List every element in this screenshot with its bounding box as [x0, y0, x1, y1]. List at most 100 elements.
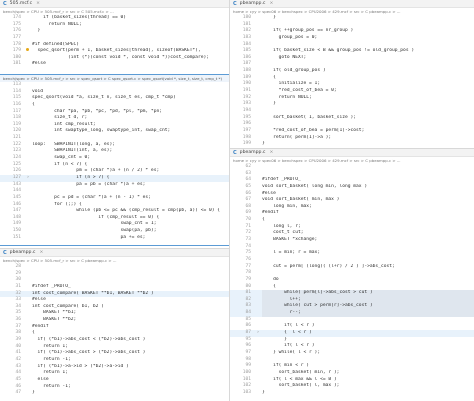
code-line[interactable]: 36 BASKET **b2; [0, 317, 229, 324]
gutter[interactable] [254, 35, 262, 42]
code-line[interactable]: 72 cost_t cut; [230, 230, 474, 237]
gutter[interactable] [24, 284, 32, 291]
gutter[interactable] [254, 55, 262, 62]
code-line[interactable]: 37 #endif [0, 324, 229, 331]
code-line[interactable]: 41 if( (*b1)->abs_cost > (*b2)->abs_cost… [0, 350, 229, 357]
code-text[interactable]: if( min < r ) [262, 363, 474, 370]
gutter[interactable] [254, 28, 262, 35]
code-text[interactable]: sort_basket( min, r ); [262, 370, 474, 377]
code-text[interactable]: int cost_compare( b1, b2 ) [32, 304, 229, 311]
line-number[interactable]: 62 [230, 164, 254, 171]
code-line[interactable]: 98 [230, 357, 474, 364]
gutter[interactable] [24, 357, 32, 364]
line-number[interactable]: 31 [0, 284, 24, 291]
code-line[interactable]: 79 do [230, 277, 474, 284]
code-text[interactable] [262, 42, 474, 49]
code-text[interactable]: group_pos = 0; [262, 35, 474, 42]
fold-chevron-icon[interactable]: › [254, 330, 262, 337]
code-text[interactable]: void sort_basket( min, max ) [262, 197, 474, 204]
breadcrumb[interactable]: bench/spec > CPU > 505.mcf_r > src > C 5… [0, 8, 229, 15]
code-line[interactable]: 30 [0, 277, 229, 284]
code-text[interactable]: return 1; [32, 344, 229, 351]
code-text[interactable]: #endif [32, 324, 229, 331]
code-text[interactable]: l++; [262, 296, 474, 304]
gutter[interactable] [24, 35, 32, 42]
code-line[interactable]: 66 #else [230, 191, 474, 198]
code-line[interactable]: 198 return( perm[1]->a ); [230, 135, 474, 142]
code-line[interactable]: 62 [230, 164, 474, 171]
code-text[interactable] [32, 264, 229, 271]
gutter[interactable] [254, 323, 262, 330]
code-line[interactable]: 177 [0, 35, 229, 42]
gutter[interactable] [254, 370, 262, 377]
code-text[interactable]: cut = perm[ (long)( (l+r) / 2 ) ]->abs_c… [262, 264, 474, 271]
code-text[interactable]: *red_cost_of_bea = perm[1]->cost; [262, 128, 474, 135]
code-line[interactable]: 195 sort_basket( 1, basket_size ); [230, 115, 474, 122]
gutter[interactable] [24, 15, 32, 22]
line-number[interactable]: 102 [230, 383, 254, 390]
line-number[interactable]: 78 [230, 270, 254, 277]
code-text[interactable]: } [32, 390, 229, 397]
line-number[interactable]: 179 [0, 48, 24, 55]
gutter[interactable] [24, 377, 32, 384]
gutter[interactable] [254, 197, 262, 204]
breadcrumb[interactable]: home > cyy > spec06 > benchspec > CPU200… [230, 8, 474, 15]
code-line[interactable]: 67 void sort_basket( min, max ) [230, 197, 474, 204]
code-text[interactable] [32, 271, 229, 278]
code-text[interactable]: { [262, 217, 474, 224]
gutter[interactable] [254, 191, 262, 198]
gutter[interactable] [254, 81, 262, 88]
code-text[interactable]: initialize = 1; [262, 81, 474, 88]
gutter[interactable] [254, 237, 262, 244]
line-number[interactable]: 73 [230, 237, 254, 244]
code-text[interactable]: long min, max; [262, 204, 474, 211]
code-line[interactable]: 83 while( cut > perm[r]->abs_cost ) [230, 303, 474, 311]
line-number[interactable]: 36 [0, 317, 24, 324]
code-text[interactable]: { [262, 284, 474, 291]
line-number[interactable]: 177 [0, 35, 24, 42]
code-text[interactable]: if( old_group_pos ) [262, 68, 474, 75]
line-number[interactable]: 42 [0, 357, 24, 364]
line-number[interactable]: 194 [230, 108, 254, 115]
code-line[interactable]: 197 *red_cost_of_bea = perm[1]->cost; [230, 128, 474, 135]
gutter[interactable] [254, 75, 262, 82]
gutter[interactable] [254, 101, 262, 108]
line-number[interactable]: 181 [0, 61, 24, 68]
gutter[interactable] [24, 337, 32, 344]
code-text[interactable] [262, 244, 474, 251]
code-line[interactable]: 85 [230, 317, 474, 324]
code-text[interactable]: #else [32, 61, 229, 68]
code-text[interactable]: if( basket_size < B && group_pos != old_… [262, 48, 474, 55]
gutter[interactable] [24, 350, 32, 357]
code-text[interactable]: long l, r; [262, 224, 474, 231]
code-line[interactable]: 77 cut = perm[ (long)( (l+r) / 2 ) ]->ab… [230, 264, 474, 271]
line-number[interactable]: 30 [0, 277, 24, 284]
code-line[interactable]: 34 int cost_compare( b1, b2 ) [0, 304, 229, 311]
gutter[interactable] [24, 364, 32, 371]
line-number[interactable]: 84 [230, 310, 254, 317]
gutter[interactable] [254, 244, 262, 251]
line-number[interactable]: 196 [230, 121, 254, 128]
gutter[interactable] [24, 330, 32, 337]
gutter[interactable] [254, 210, 262, 217]
code-line[interactable]: 45 else [0, 377, 229, 384]
code-line[interactable]: 46 return -1; [0, 384, 229, 391]
gutter[interactable] [24, 55, 32, 62]
gutter[interactable] [24, 317, 32, 324]
code-line[interactable]: 69 #endif [230, 210, 474, 217]
line-number[interactable]: 70 [230, 217, 254, 224]
close-icon[interactable]: × [36, 1, 40, 6]
gutter[interactable] [254, 264, 262, 271]
code-text[interactable]: if( ++group_pos == nr_group ) [262, 28, 474, 35]
code-line[interactable]: 76 [230, 257, 474, 264]
code-text[interactable]: #else [32, 297, 229, 304]
code-text[interactable] [262, 164, 474, 171]
line-number[interactable]: 81 [230, 290, 254, 297]
code-line[interactable]: 193 } [230, 101, 474, 108]
gutter[interactable] [254, 350, 262, 357]
close-icon[interactable]: × [269, 1, 273, 6]
code-line[interactable]: 101 if( l < max && l <= B ) [230, 377, 474, 384]
code-text[interactable]: #ifdef _PROTO_ [32, 284, 229, 291]
code-line[interactable]: 29 [0, 271, 229, 278]
line-number[interactable]: 100 [230, 370, 254, 377]
